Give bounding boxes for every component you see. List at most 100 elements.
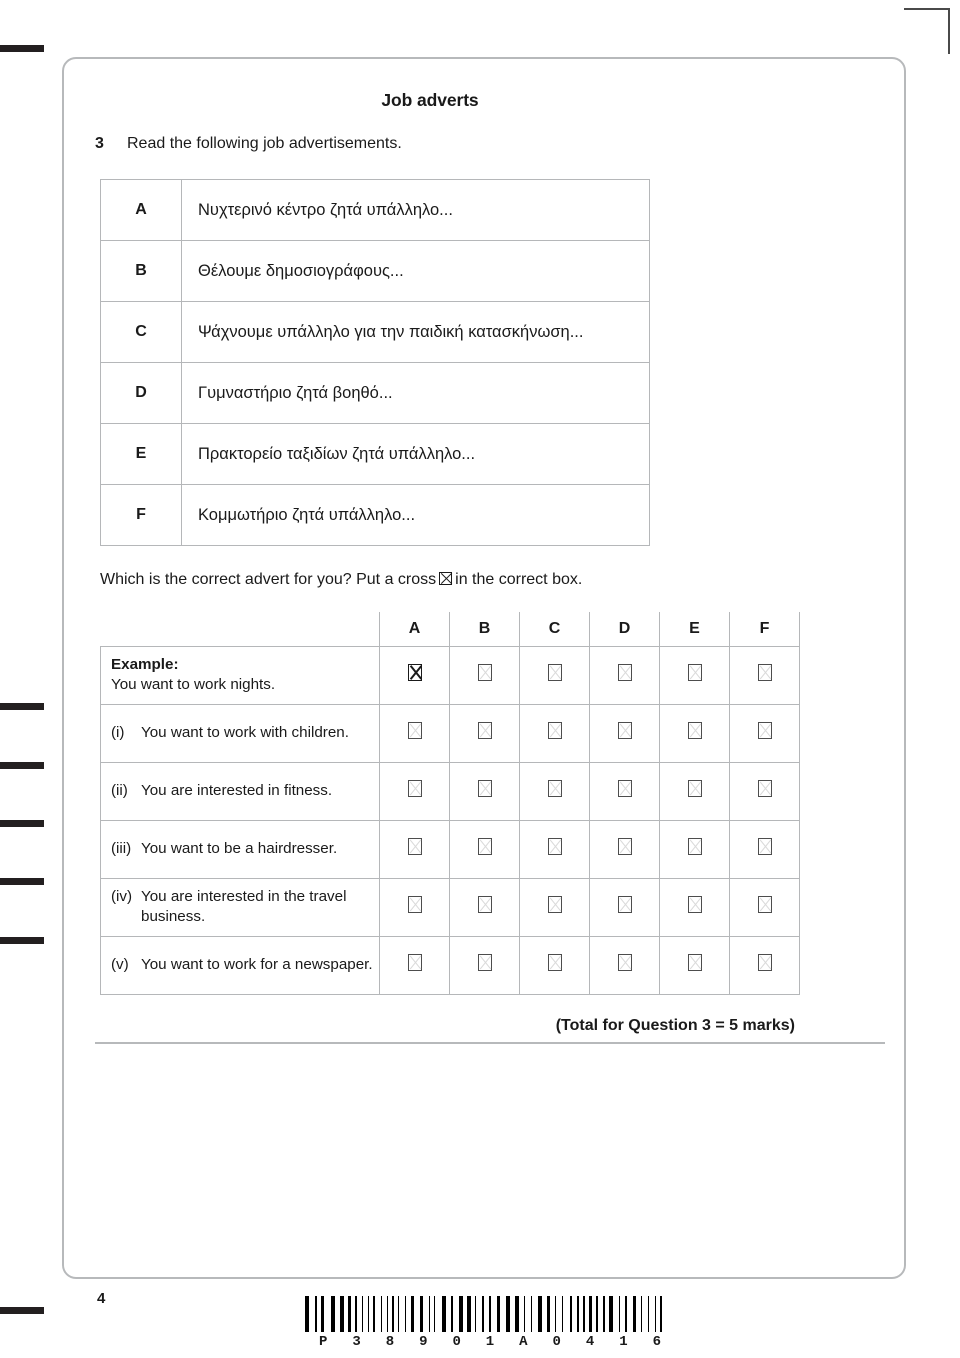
answer-cell-ii-f[interactable] [729, 761, 800, 821]
answer-cell-iv-d[interactable] [589, 877, 660, 937]
checkbox-icon[interactable] [407, 838, 422, 856]
answer-cell-iii-b[interactable] [449, 819, 520, 879]
answer-cell-example-c[interactable] [519, 645, 590, 705]
checkbox-icon[interactable] [617, 664, 632, 682]
checkbox-icon[interactable] [407, 896, 422, 914]
barcode-gap [573, 1296, 575, 1332]
checkbox-icon[interactable] [687, 780, 702, 798]
checkbox-icon[interactable] [757, 954, 772, 972]
answer-cell-i-c[interactable] [519, 703, 590, 763]
barcode-bar [339, 1296, 344, 1332]
checkbox-icon[interactable] [477, 954, 492, 972]
barcode-gap [370, 1296, 371, 1332]
answer-cell-iii-d[interactable] [589, 819, 660, 879]
checkbox-icon[interactable] [617, 954, 632, 972]
barcode-digit: 3 [352, 1334, 361, 1350]
answer-cell-ii-b[interactable] [449, 761, 520, 821]
checkbox-icon[interactable] [477, 722, 492, 740]
answer-cell-ii-d[interactable] [589, 761, 660, 821]
answer-cell-iii-f[interactable] [729, 819, 800, 879]
answer-cell-iv-c[interactable] [519, 877, 590, 937]
checkbox-marked-icon[interactable] [407, 664, 422, 682]
answer-cell-example-d[interactable] [589, 645, 660, 705]
checkbox-icon[interactable] [407, 722, 422, 740]
answer-cell-i-a[interactable] [379, 703, 450, 763]
answer-cell-example-a[interactable] [379, 645, 450, 705]
barcode-digit: 0 [452, 1334, 461, 1350]
checkbox-icon[interactable] [547, 780, 562, 798]
answer-cell-v-e[interactable] [659, 935, 730, 995]
barcode-gap [492, 1296, 495, 1332]
barcode-bar [458, 1296, 463, 1332]
answer-cell-i-f[interactable] [729, 703, 800, 763]
checkbox-icon[interactable] [477, 896, 492, 914]
page-number: 4 [97, 1290, 106, 1307]
answer-cell-v-a[interactable] [379, 935, 450, 995]
answer-cell-i-d[interactable] [589, 703, 660, 763]
checkbox-icon[interactable] [757, 838, 772, 856]
answer-cell-v-f[interactable] [729, 935, 800, 995]
answer-cell-iv-a[interactable] [379, 877, 450, 937]
registration-mark-row-5 [0, 937, 44, 944]
answer-cell-ii-a[interactable] [379, 761, 450, 821]
answer-cell-ii-c[interactable] [519, 761, 590, 821]
answer-cell-iii-c[interactable] [519, 819, 590, 879]
statement-cell: (iv) You are interested in the travel bu… [100, 877, 380, 937]
checkbox-icon[interactable] [547, 954, 562, 972]
checkbox-icon[interactable] [547, 722, 562, 740]
statement-cell: (i) You want to work with children. [100, 703, 380, 763]
barcode-bar [330, 1296, 335, 1332]
answer-cell-i-e[interactable] [659, 703, 730, 763]
checkbox-icon[interactable] [547, 896, 562, 914]
answer-cell-v-c[interactable] [519, 935, 590, 995]
answer-cell-iii-e[interactable] [659, 819, 730, 879]
barcode-gap [447, 1296, 449, 1332]
answer-cell-v-b[interactable] [449, 935, 520, 995]
checkbox-icon[interactable] [477, 838, 492, 856]
checkbox-icon[interactable] [617, 896, 632, 914]
barcode-gap [311, 1296, 314, 1332]
barcode-bar [475, 1296, 477, 1332]
checkbox-icon[interactable] [757, 896, 772, 914]
barcode-bar [537, 1296, 542, 1332]
advert-row: F Κομμωτήριο ζητά υπάλληλο... [100, 484, 650, 546]
barcode-gap [401, 1296, 403, 1332]
statement-marker: (iv) [111, 887, 133, 905]
answer-cell-iv-f[interactable] [729, 877, 800, 937]
checkbox-icon[interactable] [687, 722, 702, 740]
checkbox-icon[interactable] [757, 664, 772, 682]
checkbox-icon[interactable] [687, 954, 702, 972]
checkbox-icon[interactable] [547, 664, 562, 682]
barcode-gap [390, 1296, 391, 1332]
checkbox-icon[interactable] [757, 722, 772, 740]
checkbox-icon[interactable] [687, 896, 702, 914]
answer-grid-head: A B C D E F [100, 612, 800, 647]
checkbox-icon[interactable] [407, 954, 422, 972]
question-prompt-line: 3 Read the following job advertisements. [95, 135, 885, 153]
answer-cell-i-b[interactable] [449, 703, 520, 763]
checkbox-icon[interactable] [477, 664, 492, 682]
answer-cell-ii-e[interactable] [659, 761, 730, 821]
answer-cell-iii-a[interactable] [379, 819, 450, 879]
answer-cell-iv-e[interactable] [659, 877, 730, 937]
checkbox-icon[interactable] [477, 780, 492, 798]
checkbox-icon[interactable] [687, 838, 702, 856]
checkbox-icon[interactable] [687, 664, 702, 682]
answer-cell-iv-b[interactable] [449, 877, 520, 937]
answer-cell-example-b[interactable] [449, 645, 520, 705]
advert-row: B Θέλουμε δημοσιογράφους... [100, 240, 650, 302]
checkbox-icon[interactable] [617, 838, 632, 856]
answer-cell-v-d[interactable] [589, 935, 660, 995]
checkbox-icon[interactable] [407, 780, 422, 798]
checkbox-icon[interactable] [757, 780, 772, 798]
checkbox-icon[interactable] [547, 838, 562, 856]
barcode-bar [608, 1296, 613, 1332]
answer-cell-example-e[interactable] [659, 645, 730, 705]
checkbox-icon[interactable] [617, 780, 632, 798]
checkbox-icon[interactable] [617, 722, 632, 740]
barcode-bar [515, 1296, 520, 1332]
cross-example-icon [439, 572, 453, 585]
answer-cell-example-f[interactable] [729, 645, 800, 705]
question-number: 3 [95, 135, 104, 152]
advert-text: Πρακτορείο ταξιδίων ζητά υπάλληλο... [181, 423, 650, 485]
